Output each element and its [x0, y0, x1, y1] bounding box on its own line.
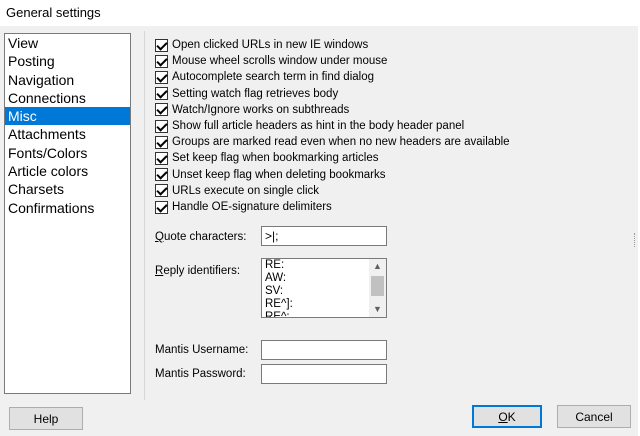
nav-item-attachments[interactable]: Attachments: [5, 125, 130, 143]
scroll-down-icon[interactable]: ▼: [373, 304, 382, 314]
nav-item-fonts-colors[interactable]: Fonts/Colors: [5, 144, 130, 162]
option-checkbox[interactable]: [155, 119, 168, 133]
option-label: Groups are marked read even when no new …: [172, 136, 510, 149]
mantis-username-input[interactable]: [261, 340, 387, 360]
option-checkbox[interactable]: [155, 151, 168, 165]
reply-identifiers-scrollbar[interactable]: ▲ ▼: [369, 259, 386, 317]
option-row[interactable]: Handle OE-signature delimiters: [155, 199, 332, 215]
category-list[interactable]: View Posting Navigation Connections Misc Atta…: [4, 33, 131, 394]
scroll-up-icon[interactable]: ▲: [373, 261, 382, 271]
help-button[interactable]: Help: [9, 407, 83, 430]
option-label: Mouse wheel scrolls window under mouse: [172, 55, 388, 68]
nav-item-view[interactable]: View: [5, 34, 130, 52]
option-checkbox[interactable]: [155, 70, 168, 84]
nav-item-misc[interactable]: Misc: [5, 107, 130, 126]
option-checkbox[interactable]: [155, 54, 168, 68]
option-label: Set keep flag when bookmarking articles: [172, 152, 379, 165]
option-label: Setting watch flag retrieves body: [172, 87, 339, 100]
option-row[interactable]: Open clicked URLs in new IE windows: [155, 37, 368, 53]
option-label: Handle OE-signature delimiters: [172, 201, 332, 213]
nav-item-connections[interactable]: Connections: [5, 89, 130, 107]
option-checkbox[interactable]: [155, 87, 168, 101]
list-item[interactable]: AW:: [262, 272, 386, 285]
settings-panel: Open clicked URLs in new IE windows Mouse…: [144, 31, 634, 400]
option-row[interactable]: Setting watch flag retrieves body: [155, 86, 338, 102]
nav-item-confirmations[interactable]: Confirmations: [5, 199, 130, 217]
option-label: Open clicked URLs in new IE windows: [172, 39, 369, 51]
option-checkbox[interactable]: [155, 184, 168, 198]
option-row[interactable]: Groups are marked read even when no new …: [155, 134, 510, 150]
option-label: Watch/Ignore works on subthreads: [172, 103, 350, 116]
list-item[interactable]: RE:: [262, 259, 386, 272]
nav-item-navigation[interactable]: Navigation: [5, 71, 130, 89]
nav-item-charsets[interactable]: Charsets: [5, 180, 130, 198]
ok-button[interactable]: OK: [472, 405, 542, 428]
option-row[interactable]: Autocomplete search term in find dialog: [155, 69, 374, 85]
reply-identifiers-listbox[interactable]: RE: AW: SV: RE^]: RE^: ▲ ▼: [261, 258, 387, 318]
option-label: URLs execute on single click: [172, 184, 320, 197]
quote-characters-input[interactable]: [261, 226, 387, 246]
option-row[interactable]: Mouse wheel scrolls window under mouse: [155, 53, 387, 69]
window-title: General settings: [6, 5, 101, 20]
quote-characters-label: Quote characters:: [155, 231, 247, 243]
option-label: Show full article headers as hint in the…: [172, 120, 465, 132]
cancel-button[interactable]: Cancel: [557, 405, 631, 428]
resize-grip[interactable]: [634, 233, 637, 247]
mantis-password-input[interactable]: [261, 364, 387, 384]
mantis-password-label: Mantis Password:: [155, 368, 246, 380]
list-item[interactable]: RE^]:: [262, 298, 386, 311]
scroll-thumb[interactable]: [371, 276, 384, 296]
option-checkbox[interactable]: [155, 200, 168, 214]
nav-item-article-colors[interactable]: Article colors: [5, 162, 130, 180]
reply-identifiers-label: Reply identifiers:: [155, 265, 241, 277]
option-row[interactable]: URLs execute on single click: [155, 183, 319, 199]
option-row[interactable]: Unset keep flag when deleting bookmarks: [155, 167, 386, 183]
title-bar: General settings: [0, 0, 640, 26]
list-item[interactable]: SV:: [262, 285, 386, 298]
nav-item-posting[interactable]: Posting: [5, 52, 130, 70]
option-row[interactable]: Set keep flag when bookmarking articles: [155, 150, 378, 166]
option-row[interactable]: Show full article headers as hint in the…: [155, 118, 464, 134]
list-item[interactable]: RE^:: [262, 311, 386, 317]
option-label: Unset keep flag when deleting bookmarks: [172, 168, 386, 181]
option-row[interactable]: Watch/Ignore works on subthreads: [155, 102, 349, 118]
mantis-username-label: Mantis Username:: [155, 344, 249, 356]
option-checkbox[interactable]: [155, 135, 168, 149]
option-checkbox[interactable]: [155, 38, 168, 52]
option-checkbox[interactable]: [155, 103, 168, 117]
option-checkbox[interactable]: [155, 168, 168, 182]
option-label: Autocomplete search term in find dialog: [172, 71, 374, 84]
